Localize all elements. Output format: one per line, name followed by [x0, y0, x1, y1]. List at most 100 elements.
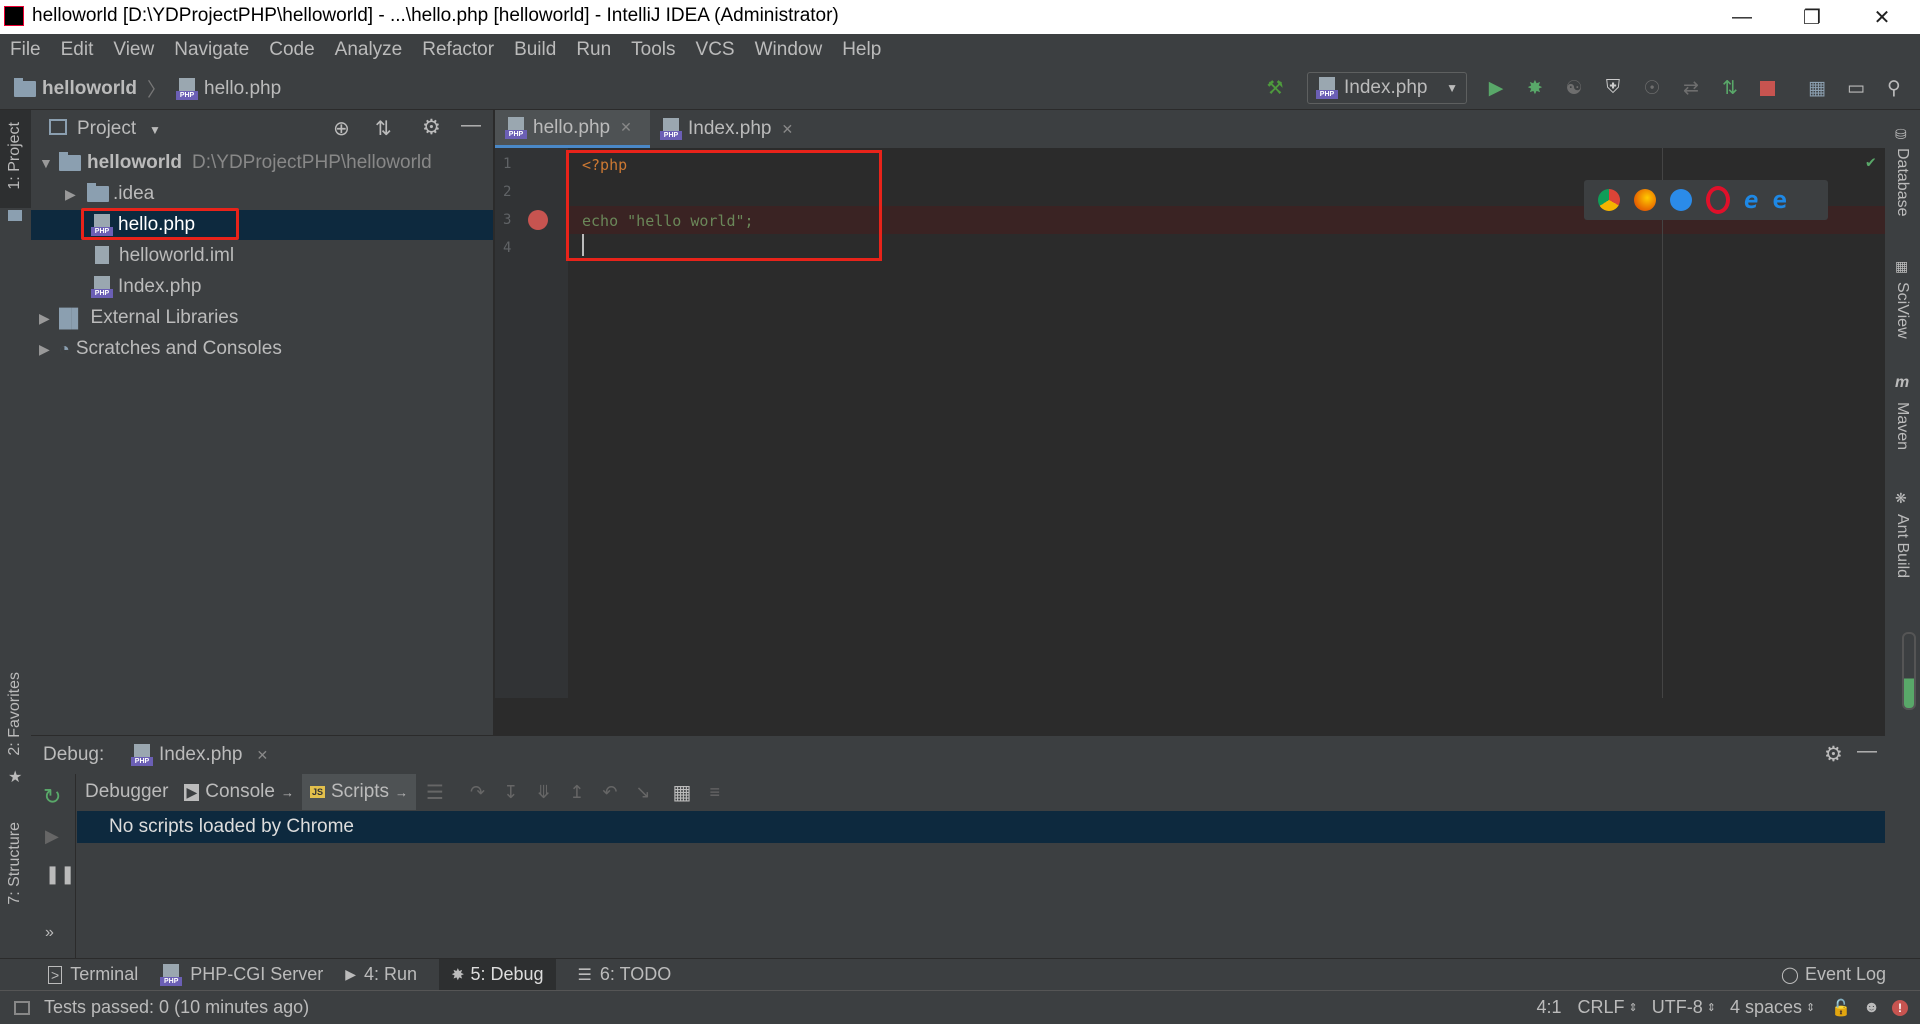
restore-button[interactable]: ❐	[1782, 0, 1842, 34]
menu-navigate[interactable]: Navigate	[174, 39, 249, 61]
tool-window-sciview-button[interactable]: SciView	[1893, 282, 1911, 339]
menu-tools[interactable]: Tools	[631, 39, 675, 61]
debug-bug-icon[interactable]: ✸	[1523, 76, 1547, 100]
collapse-all-icon[interactable]: ⇅	[375, 116, 392, 141]
rerun-icon[interactable]: ↻	[43, 784, 61, 810]
more-icon[interactable]: »	[45, 924, 54, 942]
locate-target-icon[interactable]: ⊕	[333, 116, 350, 141]
pause-icon[interactable]: ❚❚	[45, 864, 75, 885]
hide-panel-icon[interactable]: —	[1857, 740, 1877, 763]
tree-item-root[interactable]: ▼ helloworld D:\YDProjectPHP\helloworld	[31, 148, 493, 178]
tree-item-external-libraries[interactable]: ▶ █▌ External Libraries	[31, 303, 493, 333]
coverage-icon[interactable]: ☯	[1562, 76, 1586, 100]
tool-window-favorites-button[interactable]: 2: Favorites	[6, 672, 24, 756]
event-log-button[interactable]: ◯ Event Log	[1781, 964, 1886, 985]
presentation-icon[interactable]: ▭	[1844, 76, 1868, 100]
memory-indicator[interactable]	[1902, 632, 1916, 710]
debug-tab-scripts[interactable]: JS Scripts →	[301, 774, 417, 810]
drop-frame-icon[interactable]: ↶	[602, 782, 617, 803]
attach-icon[interactable]: ☉	[1640, 76, 1664, 100]
menu-analyze[interactable]: Analyze	[335, 39, 403, 61]
error-indicator-icon[interactable]: !	[1892, 999, 1908, 1016]
inspection-ok-icon[interactable]: ✔	[1866, 152, 1876, 171]
chevron-down-icon[interactable]: ▼	[149, 123, 161, 137]
tool-window-database-button[interactable]: Database	[1893, 148, 1911, 217]
status-message[interactable]: Tests passed: 0 (10 minutes ago)	[44, 997, 309, 1018]
run-config-select[interactable]: PHP Index.php ▼	[1307, 72, 1467, 104]
menu-view[interactable]: View	[113, 39, 154, 61]
tool-window-project-button[interactable]: 1: Project	[0, 110, 31, 221]
line-separator-select[interactable]: CRLF ⇕	[1578, 997, 1638, 1018]
step-into-icon[interactable]: ↧	[503, 782, 518, 803]
trace-icon[interactable]: ≡	[709, 782, 720, 803]
breadcrumb-project[interactable]: helloworld	[42, 78, 137, 100]
project-view-title[interactable]: Project	[77, 118, 136, 140]
debug-session-tab[interactable]: PHP Index.php ✕	[131, 738, 268, 772]
menu-vcs[interactable]: VCS	[696, 39, 735, 61]
editor-gutter[interactable]: 1 2 3 4	[495, 148, 568, 698]
menu-build[interactable]: Build	[514, 39, 556, 61]
hide-panel-icon[interactable]: —	[461, 114, 481, 137]
gear-icon[interactable]: ⚙	[422, 115, 441, 140]
tree-item-index-php[interactable]: PHP Index.php	[31, 272, 493, 302]
menu-window[interactable]: Window	[755, 39, 823, 61]
indent-select[interactable]: 4 spaces ⇕	[1730, 997, 1815, 1018]
toggle-tool-windows-icon[interactable]	[14, 1000, 30, 1015]
close-icon[interactable]: ✕	[781, 121, 793, 138]
breadcrumb-file[interactable]: hello.php	[204, 78, 281, 100]
opera-icon[interactable]	[1706, 186, 1730, 214]
menu-edit[interactable]: Edit	[61, 39, 94, 61]
stop-icon[interactable]	[1760, 81, 1775, 96]
step-out-icon[interactable]: ↥	[569, 782, 584, 803]
safari-icon[interactable]	[1670, 189, 1692, 211]
close-icon[interactable]: ✕	[620, 119, 632, 136]
close-window-button[interactable]: ✕	[1852, 0, 1912, 34]
tree-item-scratches[interactable]: ▶ ◔ Scratches and Consoles	[31, 334, 493, 364]
menu-code[interactable]: Code	[269, 39, 314, 61]
step-icon[interactable]: ⇄	[1679, 76, 1703, 100]
menu-help[interactable]: Help	[842, 39, 881, 61]
run-icon[interactable]: ▶	[1484, 76, 1508, 100]
debug-tab-debugger[interactable]: Debugger	[77, 781, 176, 803]
close-icon[interactable]: ✕	[256, 747, 268, 764]
editor-tab-index-php[interactable]: PHP Index.php ✕	[650, 110, 810, 148]
caret-position[interactable]: 4:1	[1536, 997, 1561, 1018]
tool-window-structure-button[interactable]: 7: Structure	[6, 822, 24, 905]
menu-run[interactable]: Run	[576, 39, 611, 61]
resume-icon[interactable]: ▶	[45, 826, 59, 847]
build-hammer-icon[interactable]: ⚒	[1263, 76, 1287, 100]
project-structure-icon[interactable]: ▦	[1805, 76, 1829, 100]
force-step-into-icon[interactable]: ⤋	[536, 782, 551, 803]
gear-icon[interactable]: ⚙	[1824, 742, 1843, 767]
evaluate-expression-icon[interactable]: ▦	[673, 780, 692, 805]
tool-window-maven-button[interactable]: Maven	[1893, 402, 1911, 450]
tree-item-idea[interactable]: ▶ .idea	[31, 179, 493, 209]
run-to-cursor-icon[interactable]: ↘	[635, 782, 650, 803]
tree-item-helloworld-iml[interactable]: helloworld.iml	[31, 241, 493, 271]
tool-tab-todo[interactable]: ☰ 6: TODO	[578, 964, 672, 985]
minimize-button[interactable]: —	[1712, 0, 1772, 34]
menu-file[interactable]: File	[10, 39, 41, 61]
menu-lines-icon[interactable]: ☰	[426, 780, 444, 805]
rerun-tests-icon[interactable]: ⇅	[1718, 76, 1742, 100]
tool-tab-debug[interactable]: ✸ 5: Debug	[439, 959, 556, 990]
tool-tab-run[interactable]: ▶ 4: Run	[345, 964, 417, 985]
chrome-icon[interactable]	[1598, 189, 1620, 211]
code-editor[interactable]: <?php echo "hello world"; ✔ e e	[566, 148, 1885, 698]
tool-window-ant-build-button[interactable]: Ant Build	[1893, 514, 1911, 578]
editor-tab-hello-php[interactable]: PHP hello.php ✕	[495, 110, 650, 148]
internet-explorer-icon[interactable]: e	[1744, 186, 1758, 214]
lock-icon[interactable]: 🔓	[1831, 998, 1851, 1018]
debug-tab-console[interactable]: ▶ Console →	[176, 781, 302, 803]
profile-icon[interactable]: ⛨	[1601, 76, 1625, 100]
menu-refactor[interactable]: Refactor	[422, 39, 494, 61]
encoding-select[interactable]: UTF-8 ⇕	[1652, 997, 1716, 1018]
breakpoint-icon[interactable]	[528, 210, 548, 230]
tree-item-hello-php[interactable]: PHP hello.php	[31, 208, 493, 240]
search-icon[interactable]: ⚲	[1882, 76, 1906, 100]
edge-icon[interactable]: e	[1772, 186, 1786, 214]
tool-tab-terminal[interactable]: > Terminal	[48, 964, 138, 985]
firefox-icon[interactable]	[1634, 189, 1656, 211]
step-over-icon[interactable]: ↷	[470, 782, 485, 803]
tool-tab-php-cgi-server[interactable]: PHP PHP-CGI Server	[160, 963, 323, 986]
